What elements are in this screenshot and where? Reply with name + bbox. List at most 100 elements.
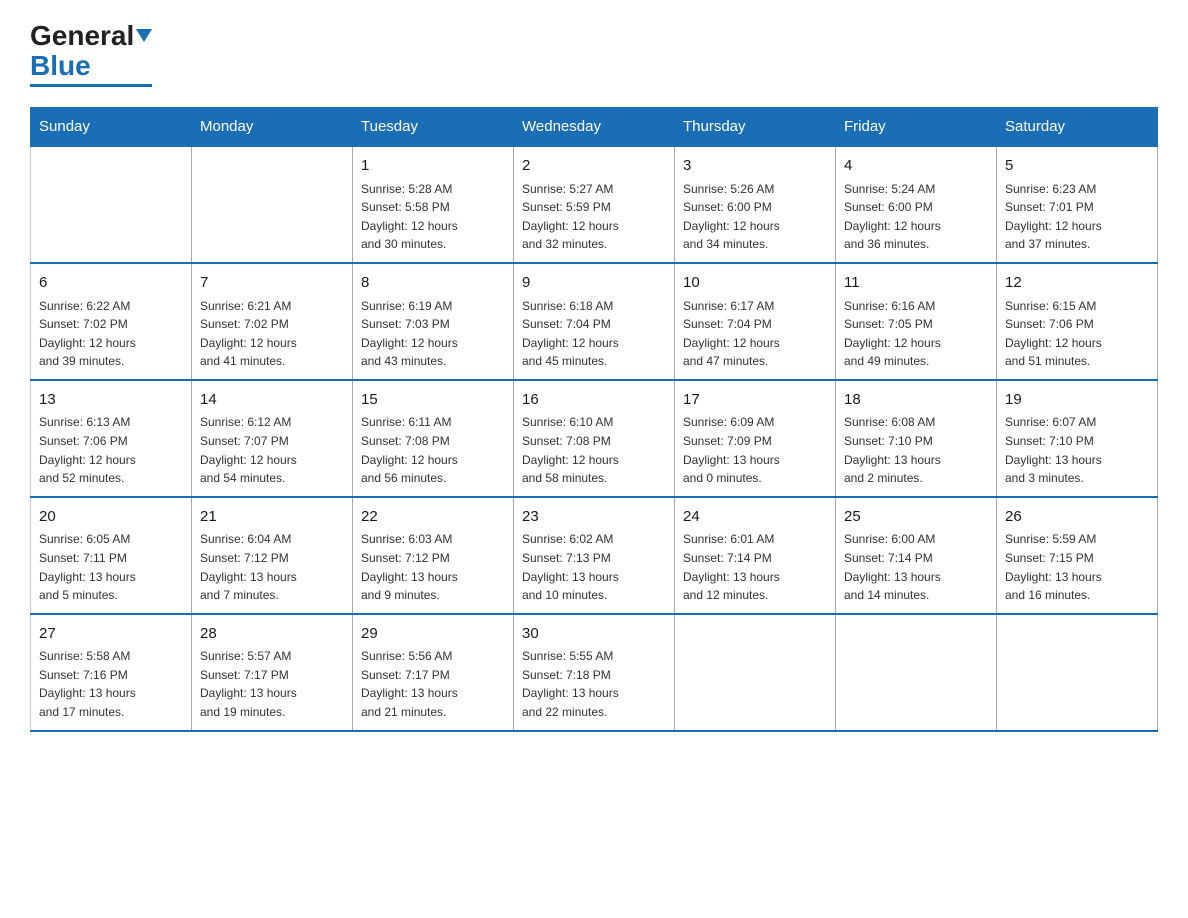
- calendar-cell: 18Sunrise: 6:08 AM Sunset: 7:10 PM Dayli…: [836, 380, 997, 497]
- calendar-cell: 29Sunrise: 5:56 AM Sunset: 7:17 PM Dayli…: [353, 614, 514, 731]
- day-info: Sunrise: 6:15 AM Sunset: 7:06 PM Dayligh…: [1005, 297, 1149, 371]
- calendar-cell: 11Sunrise: 6:16 AM Sunset: 7:05 PM Dayli…: [836, 263, 997, 380]
- logo-general: General: [30, 20, 134, 51]
- day-info: Sunrise: 6:02 AM Sunset: 7:13 PM Dayligh…: [522, 530, 666, 604]
- calendar-cell: 27Sunrise: 5:58 AM Sunset: 7:16 PM Dayli…: [31, 614, 192, 731]
- day-number: 13: [39, 389, 183, 412]
- day-number: 9: [522, 272, 666, 295]
- calendar-cell: 21Sunrise: 6:04 AM Sunset: 7:12 PM Dayli…: [192, 497, 353, 614]
- calendar-cell: 1Sunrise: 5:28 AM Sunset: 5:58 PM Daylig…: [353, 146, 514, 263]
- calendar-cell: 4Sunrise: 5:24 AM Sunset: 6:00 PM Daylig…: [836, 146, 997, 263]
- weekday-header-row: SundayMondayTuesdayWednesdayThursdayFrid…: [31, 108, 1158, 147]
- weekday-monday: Monday: [192, 108, 353, 147]
- day-number: 25: [844, 506, 988, 529]
- day-number: 23: [522, 506, 666, 529]
- day-info: Sunrise: 6:01 AM Sunset: 7:14 PM Dayligh…: [683, 530, 827, 604]
- logo: General Blue: [30, 20, 152, 87]
- day-number: 17: [683, 389, 827, 412]
- week-row-3: 13Sunrise: 6:13 AM Sunset: 7:06 PM Dayli…: [31, 380, 1158, 497]
- day-number: 28: [200, 623, 344, 646]
- calendar-cell: 5Sunrise: 6:23 AM Sunset: 7:01 PM Daylig…: [997, 146, 1158, 263]
- day-number: 22: [361, 506, 505, 529]
- day-info: Sunrise: 6:22 AM Sunset: 7:02 PM Dayligh…: [39, 297, 183, 371]
- day-number: 12: [1005, 272, 1149, 295]
- day-info: Sunrise: 5:55 AM Sunset: 7:18 PM Dayligh…: [522, 647, 666, 721]
- calendar-cell: 22Sunrise: 6:03 AM Sunset: 7:12 PM Dayli…: [353, 497, 514, 614]
- calendar-cell: [997, 614, 1158, 731]
- calendar-cell: 8Sunrise: 6:19 AM Sunset: 7:03 PM Daylig…: [353, 263, 514, 380]
- weekday-thursday: Thursday: [675, 108, 836, 147]
- day-info: Sunrise: 6:04 AM Sunset: 7:12 PM Dayligh…: [200, 530, 344, 604]
- day-info: Sunrise: 6:11 AM Sunset: 7:08 PM Dayligh…: [361, 413, 505, 487]
- day-info: Sunrise: 6:17 AM Sunset: 7:04 PM Dayligh…: [683, 297, 827, 371]
- day-info: Sunrise: 5:28 AM Sunset: 5:58 PM Dayligh…: [361, 180, 505, 254]
- day-info: Sunrise: 5:24 AM Sunset: 6:00 PM Dayligh…: [844, 180, 988, 254]
- day-number: 6: [39, 272, 183, 295]
- calendar-cell: 10Sunrise: 6:17 AM Sunset: 7:04 PM Dayli…: [675, 263, 836, 380]
- day-number: 14: [200, 389, 344, 412]
- day-number: 11: [844, 272, 988, 295]
- calendar-cell: [31, 146, 192, 263]
- calendar-cell: 23Sunrise: 6:02 AM Sunset: 7:13 PM Dayli…: [514, 497, 675, 614]
- day-number: 30: [522, 623, 666, 646]
- day-number: 19: [1005, 389, 1149, 412]
- day-info: Sunrise: 6:10 AM Sunset: 7:08 PM Dayligh…: [522, 413, 666, 487]
- calendar-cell: 12Sunrise: 6:15 AM Sunset: 7:06 PM Dayli…: [997, 263, 1158, 380]
- calendar-cell: 26Sunrise: 5:59 AM Sunset: 7:15 PM Dayli…: [997, 497, 1158, 614]
- day-number: 29: [361, 623, 505, 646]
- day-info: Sunrise: 6:12 AM Sunset: 7:07 PM Dayligh…: [200, 413, 344, 487]
- day-number: 18: [844, 389, 988, 412]
- weekday-sunday: Sunday: [31, 108, 192, 147]
- day-number: 27: [39, 623, 183, 646]
- day-info: Sunrise: 5:58 AM Sunset: 7:16 PM Dayligh…: [39, 647, 183, 721]
- calendar-cell: 9Sunrise: 6:18 AM Sunset: 7:04 PM Daylig…: [514, 263, 675, 380]
- day-info: Sunrise: 6:23 AM Sunset: 7:01 PM Dayligh…: [1005, 180, 1149, 254]
- calendar-cell: 25Sunrise: 6:00 AM Sunset: 7:14 PM Dayli…: [836, 497, 997, 614]
- day-info: Sunrise: 5:57 AM Sunset: 7:17 PM Dayligh…: [200, 647, 344, 721]
- day-info: Sunrise: 6:13 AM Sunset: 7:06 PM Dayligh…: [39, 413, 183, 487]
- calendar-cell: [192, 146, 353, 263]
- day-number: 2: [522, 155, 666, 178]
- day-number: 3: [683, 155, 827, 178]
- day-info: Sunrise: 6:03 AM Sunset: 7:12 PM Dayligh…: [361, 530, 505, 604]
- calendar-cell: 19Sunrise: 6:07 AM Sunset: 7:10 PM Dayli…: [997, 380, 1158, 497]
- week-row-1: 1Sunrise: 5:28 AM Sunset: 5:58 PM Daylig…: [31, 146, 1158, 263]
- page-header: General Blue: [30, 20, 1158, 87]
- day-number: 4: [844, 155, 988, 178]
- weekday-wednesday: Wednesday: [514, 108, 675, 147]
- day-number: 26: [1005, 506, 1149, 529]
- calendar-cell: 30Sunrise: 5:55 AM Sunset: 7:18 PM Dayli…: [514, 614, 675, 731]
- day-info: Sunrise: 6:05 AM Sunset: 7:11 PM Dayligh…: [39, 530, 183, 604]
- calendar-cell: 14Sunrise: 6:12 AM Sunset: 7:07 PM Dayli…: [192, 380, 353, 497]
- calendar-table: SundayMondayTuesdayWednesdayThursdayFrid…: [30, 107, 1158, 731]
- day-number: 5: [1005, 155, 1149, 178]
- day-info: Sunrise: 6:08 AM Sunset: 7:10 PM Dayligh…: [844, 413, 988, 487]
- day-number: 7: [200, 272, 344, 295]
- day-number: 8: [361, 272, 505, 295]
- logo-triangle-icon: [136, 29, 152, 42]
- day-number: 10: [683, 272, 827, 295]
- day-number: 15: [361, 389, 505, 412]
- calendar-cell: [675, 614, 836, 731]
- calendar-cell: 3Sunrise: 5:26 AM Sunset: 6:00 PM Daylig…: [675, 146, 836, 263]
- day-info: Sunrise: 5:27 AM Sunset: 5:59 PM Dayligh…: [522, 180, 666, 254]
- week-row-5: 27Sunrise: 5:58 AM Sunset: 7:16 PM Dayli…: [31, 614, 1158, 731]
- weekday-friday: Friday: [836, 108, 997, 147]
- calendar-cell: 2Sunrise: 5:27 AM Sunset: 5:59 PM Daylig…: [514, 146, 675, 263]
- logo-blue: Blue: [30, 52, 91, 80]
- day-info: Sunrise: 6:16 AM Sunset: 7:05 PM Dayligh…: [844, 297, 988, 371]
- day-info: Sunrise: 6:19 AM Sunset: 7:03 PM Dayligh…: [361, 297, 505, 371]
- calendar-cell: 24Sunrise: 6:01 AM Sunset: 7:14 PM Dayli…: [675, 497, 836, 614]
- calendar-cell: 16Sunrise: 6:10 AM Sunset: 7:08 PM Dayli…: [514, 380, 675, 497]
- calendar-cell: 13Sunrise: 6:13 AM Sunset: 7:06 PM Dayli…: [31, 380, 192, 497]
- day-info: Sunrise: 5:56 AM Sunset: 7:17 PM Dayligh…: [361, 647, 505, 721]
- weekday-saturday: Saturday: [997, 108, 1158, 147]
- day-number: 20: [39, 506, 183, 529]
- day-number: 24: [683, 506, 827, 529]
- day-info: Sunrise: 6:07 AM Sunset: 7:10 PM Dayligh…: [1005, 413, 1149, 487]
- day-info: Sunrise: 6:00 AM Sunset: 7:14 PM Dayligh…: [844, 530, 988, 604]
- calendar-cell: 17Sunrise: 6:09 AM Sunset: 7:09 PM Dayli…: [675, 380, 836, 497]
- day-info: Sunrise: 6:18 AM Sunset: 7:04 PM Dayligh…: [522, 297, 666, 371]
- calendar-cell: 28Sunrise: 5:57 AM Sunset: 7:17 PM Dayli…: [192, 614, 353, 731]
- calendar-cell: 20Sunrise: 6:05 AM Sunset: 7:11 PM Dayli…: [31, 497, 192, 614]
